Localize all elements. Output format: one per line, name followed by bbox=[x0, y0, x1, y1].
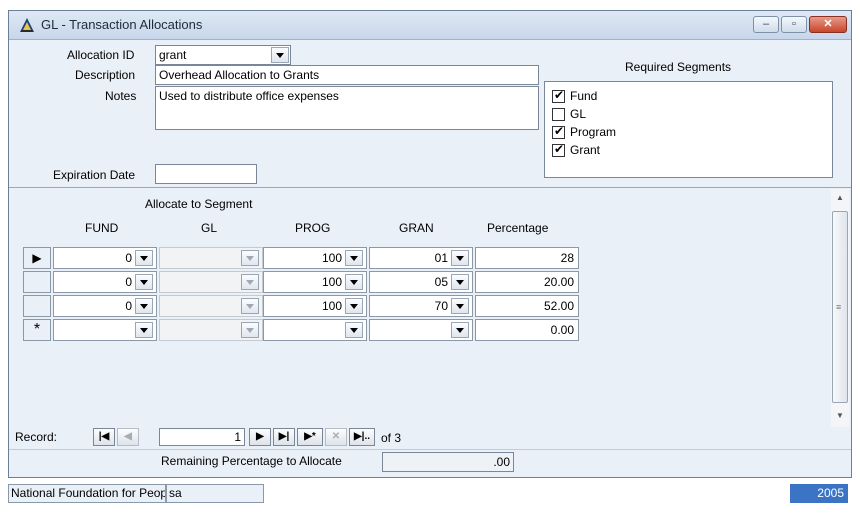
gl-dropdown-icon bbox=[241, 298, 259, 314]
gl-dropdown-icon bbox=[241, 274, 259, 290]
record-number-value: 1 bbox=[234, 430, 241, 444]
nav-divider bbox=[9, 449, 851, 450]
restore-button[interactable]: ▫ bbox=[781, 16, 807, 33]
first-record-button[interactable]: |◀ bbox=[93, 428, 115, 446]
fund-dropdown-icon[interactable] bbox=[135, 298, 153, 314]
program-checkbox[interactable] bbox=[552, 124, 565, 139]
prev-record-icon: ◀ bbox=[124, 431, 132, 442]
percentage-cell[interactable]: 52.00 bbox=[475, 295, 579, 317]
scroll-up-icon[interactable]: ▲ bbox=[836, 193, 844, 202]
required-segments-title: Required Segments bbox=[625, 60, 732, 74]
col-gl-header: GL bbox=[201, 221, 218, 235]
allocation-id-dropdown-icon[interactable] bbox=[271, 47, 289, 63]
record-number-field[interactable]: 1 bbox=[159, 428, 245, 446]
gran-dropdown-icon[interactable] bbox=[451, 298, 469, 314]
percentage-cell[interactable]: 20.00 bbox=[475, 271, 579, 293]
scroll-down-icon[interactable]: ▼ bbox=[836, 411, 844, 420]
notes-value: Used to distribute office expenses bbox=[159, 89, 339, 103]
gran-dropdown-icon[interactable] bbox=[451, 250, 469, 266]
description-field[interactable]: Overhead Allocation to Grants bbox=[155, 65, 539, 85]
col-percentage-header: Percentage bbox=[487, 221, 549, 235]
prog-dropdown-icon[interactable] bbox=[345, 322, 363, 338]
minimize-button[interactable]: – bbox=[753, 16, 779, 33]
gl-dropdown-icon bbox=[241, 250, 259, 266]
status-year: 2005 bbox=[790, 484, 848, 503]
scroll-thumb[interactable]: ≡ bbox=[832, 211, 848, 403]
gl-checkbox[interactable] bbox=[552, 108, 565, 121]
row-selector[interactable] bbox=[23, 271, 51, 293]
first-record-icon: |◀ bbox=[98, 431, 110, 442]
fund-checkbox[interactable] bbox=[552, 88, 565, 103]
prog-dropdown-icon[interactable] bbox=[345, 298, 363, 314]
status-user: sa bbox=[166, 484, 264, 503]
allocate-to-segment-header: Allocate to Segment bbox=[145, 197, 253, 211]
gl-checkbox-label: GL bbox=[570, 107, 587, 121]
remaining-percentage-value: .00 bbox=[493, 455, 510, 469]
window-title: GL - Transaction Allocations bbox=[41, 17, 203, 32]
gran-dropdown-icon[interactable] bbox=[451, 274, 469, 290]
fund-dropdown-icon[interactable] bbox=[135, 250, 153, 266]
close-button[interactable]: ✕ bbox=[809, 16, 847, 33]
minimize-icon: – bbox=[762, 18, 770, 30]
status-organization: National Foundation for Peop bbox=[8, 484, 166, 503]
title-bar[interactable]: GL - Transaction Allocations – ▫ ✕ bbox=[9, 11, 851, 40]
next-record-icon: ▶ bbox=[256, 431, 264, 442]
gran-dropdown-icon[interactable] bbox=[451, 322, 469, 338]
grip-icon: ≡ bbox=[836, 302, 842, 312]
new-record-button[interactable]: ▶* bbox=[297, 428, 323, 446]
app-logo-icon bbox=[20, 18, 34, 32]
percentage-cell[interactable]: 0.00 bbox=[475, 319, 579, 341]
delete-record-button[interactable]: ✕ bbox=[325, 428, 347, 446]
notes-label: Notes bbox=[105, 89, 137, 103]
remaining-percentage-label: Remaining Percentage to Allocate bbox=[161, 454, 342, 468]
fund-checkbox-label: Fund bbox=[570, 89, 598, 103]
fund-dropdown-icon[interactable] bbox=[135, 274, 153, 290]
record-count: of 3 bbox=[381, 431, 402, 445]
section-divider bbox=[9, 187, 851, 188]
last-partial-icon: ▶|.. bbox=[353, 431, 371, 442]
notes-field[interactable]: Used to distribute office expenses bbox=[155, 86, 539, 130]
prog-dropdown-icon[interactable] bbox=[345, 274, 363, 290]
expiration-date-field[interactable] bbox=[155, 164, 257, 184]
vertical-scrollbar[interactable]: ▲ ≡ ▼ bbox=[831, 189, 849, 427]
restore-icon: ▫ bbox=[792, 18, 796, 30]
last-partial-record-button[interactable]: ▶|.. bbox=[349, 428, 375, 446]
prev-record-button[interactable]: ◀ bbox=[117, 428, 139, 446]
prog-dropdown-icon[interactable] bbox=[345, 250, 363, 266]
description-value: Overhead Allocation to Grants bbox=[159, 68, 320, 82]
program-checkbox-label: Program bbox=[570, 125, 617, 139]
expiration-date-label: Expiration Date bbox=[53, 168, 136, 182]
col-gran-header: GRAN bbox=[399, 221, 434, 235]
new-record-icon: ▶* bbox=[304, 431, 316, 442]
close-icon: ✕ bbox=[823, 18, 833, 30]
fund-dropdown-icon[interactable] bbox=[135, 322, 153, 338]
record-label: Record: bbox=[15, 430, 58, 444]
remaining-percentage-field: .00 bbox=[382, 452, 514, 472]
new-row-selector[interactable]: * bbox=[23, 319, 51, 341]
last-record-button[interactable]: ▶| bbox=[273, 428, 295, 446]
required-segments-list: Fund GL Program Grant bbox=[544, 81, 833, 178]
allocations-window: GL - Transaction Allocations – ▫ ✕ Alloc… bbox=[8, 10, 852, 478]
last-record-icon: ▶| bbox=[278, 431, 290, 442]
description-label: Description bbox=[75, 68, 136, 82]
row-selector-current[interactable]: ▶ bbox=[23, 247, 51, 269]
col-prog-header: PROG bbox=[295, 221, 331, 235]
allocation-id-label: Allocation ID bbox=[67, 48, 135, 62]
row-selector[interactable] bbox=[23, 295, 51, 317]
grant-checkbox[interactable] bbox=[552, 142, 565, 157]
next-record-button[interactable]: ▶ bbox=[249, 428, 271, 446]
allocation-id-value: grant bbox=[159, 48, 187, 62]
delete-record-icon: ✕ bbox=[331, 431, 341, 442]
grant-checkbox-label: Grant bbox=[570, 143, 601, 157]
percentage-cell[interactable]: 28 bbox=[475, 247, 579, 269]
col-fund-header: FUND bbox=[85, 221, 119, 235]
gl-dropdown-icon bbox=[241, 322, 259, 338]
